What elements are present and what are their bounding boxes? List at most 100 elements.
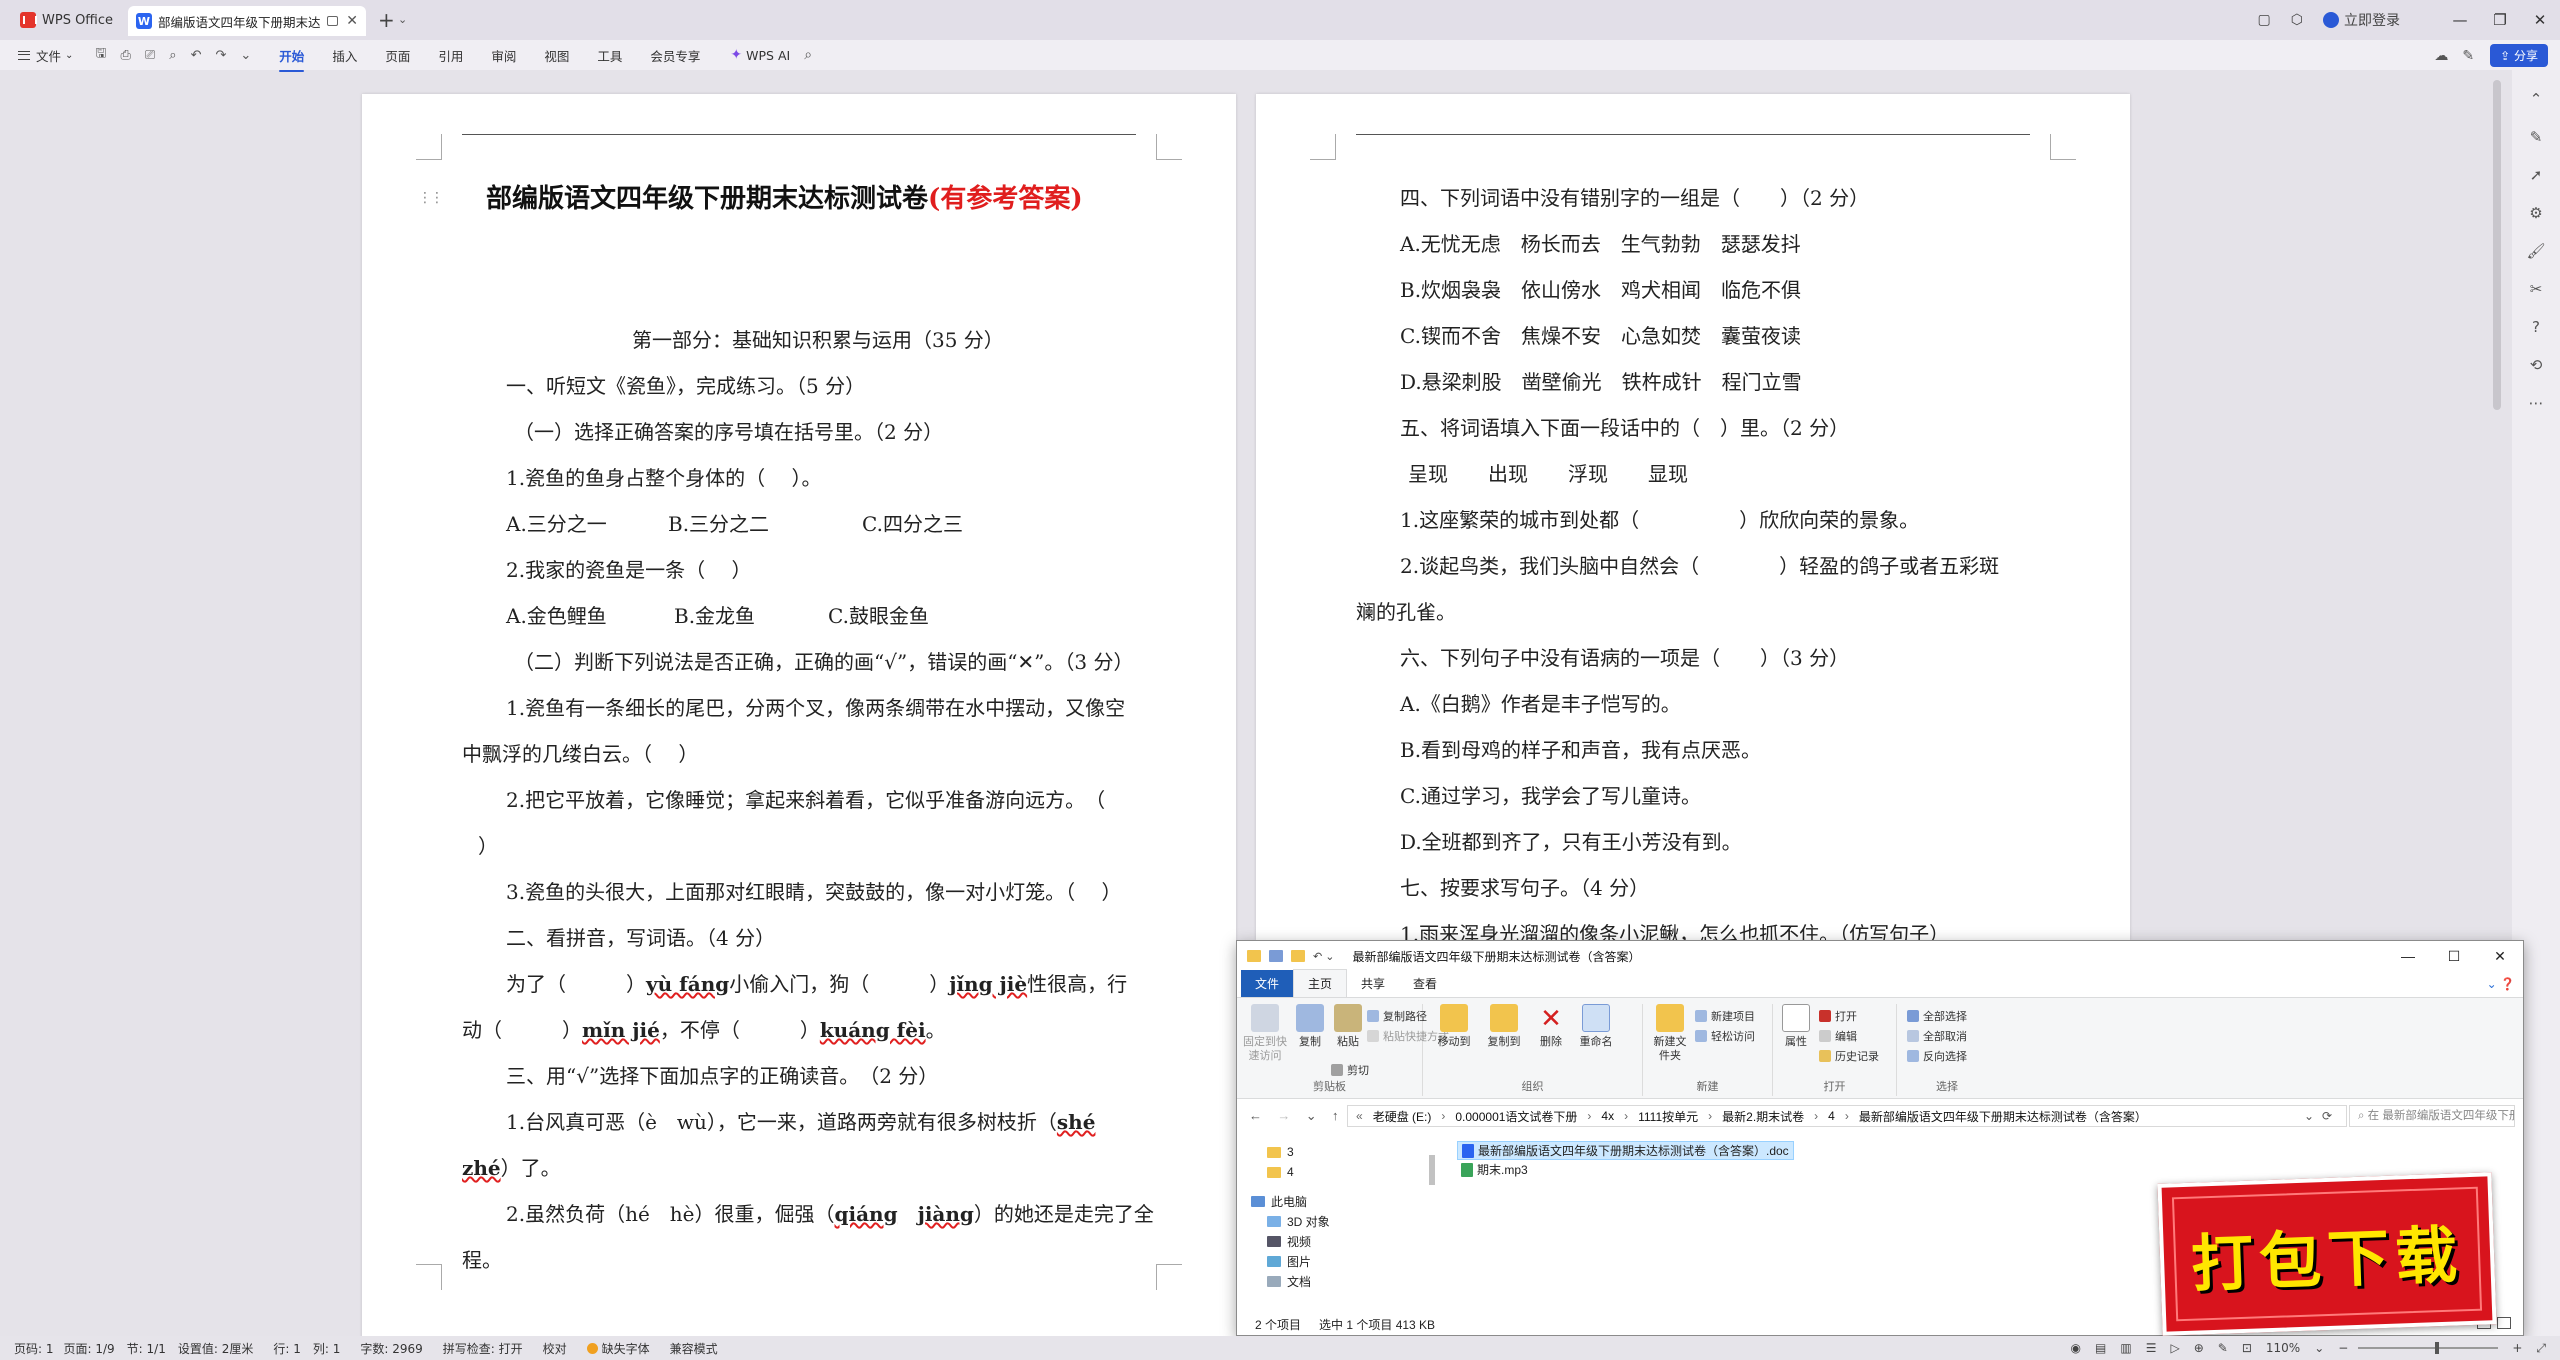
address-dropdown-icon[interactable]: ⌄ bbox=[2304, 1109, 2314, 1123]
copy-button[interactable]: 复制 bbox=[1293, 1004, 1327, 1049]
paste-button[interactable]: 粘贴 bbox=[1331, 1004, 1365, 1049]
tab-tools[interactable]: 工具 bbox=[597, 46, 622, 65]
nav-item[interactable]: 4 bbox=[1267, 1165, 1294, 1179]
status-words[interactable]: 字数: 2969 bbox=[360, 1340, 422, 1357]
tab-file[interactable]: 文件 bbox=[1241, 970, 1294, 997]
status-col[interactable]: 列: 1 bbox=[313, 1340, 341, 1357]
search-icon[interactable]: ⌕ bbox=[804, 47, 812, 63]
fullscreen-icon[interactable]: ⤢ bbox=[2536, 1341, 2546, 1356]
rename-button[interactable]: 重命名 bbox=[1573, 1004, 1619, 1049]
status-row[interactable]: 行: 1 bbox=[273, 1340, 301, 1357]
help-icon[interactable]: ? bbox=[2512, 318, 2560, 336]
scrollbar-thumb[interactable] bbox=[1429, 1155, 1435, 1185]
search-box[interactable]: ⌕ 在 最新部编版语文四年级下册期末... bbox=[2349, 1105, 2515, 1127]
recent-locations-icon[interactable]: ⌄ bbox=[1306, 1108, 1317, 1123]
forward-arrow-icon[interactable]: → bbox=[1277, 1108, 1290, 1123]
file-row[interactable]: 最新部编版语文四年级下册期末达标测试卷（含答案）.doc bbox=[1457, 1141, 1794, 1160]
back-arrow-icon[interactable]: ← bbox=[1249, 1108, 1262, 1123]
status-proofread[interactable]: 校对 bbox=[543, 1340, 567, 1357]
zoom-out-icon[interactable]: − bbox=[2338, 1341, 2348, 1355]
tab-references[interactable]: 引用 bbox=[438, 46, 463, 65]
cube-icon[interactable]: ⬡ bbox=[2291, 12, 2303, 28]
page-view-icon[interactable]: ▤ bbox=[2095, 1341, 2106, 1355]
new-tab-icon[interactable]: + bbox=[378, 8, 395, 32]
breadcrumb-item[interactable]: 最新部编版语文四年级下册期末达标测试卷（含答案） bbox=[1859, 1108, 2147, 1125]
cut-button[interactable]: 剪切 bbox=[1331, 1062, 1369, 1078]
new-folder-icon[interactable] bbox=[1291, 950, 1305, 962]
breadcrumb-item[interactable]: 1111按单元 bbox=[1638, 1108, 1698, 1125]
breadcrumb-item[interactable]: 4x bbox=[1601, 1109, 1614, 1123]
eye-protect-icon[interactable]: ◉ bbox=[2071, 1341, 2081, 1355]
tab-review[interactable]: 审阅 bbox=[491, 46, 516, 65]
status-compat-mode[interactable]: 兼容模式 bbox=[670, 1340, 718, 1357]
tab-home[interactable]: 开始 bbox=[279, 46, 305, 72]
share-button[interactable]: ⇪ 分享 bbox=[2490, 44, 2548, 67]
select-pointer-icon[interactable]: ➚ bbox=[2512, 166, 2560, 184]
refresh-icon[interactable]: ⟳ bbox=[2322, 1109, 2332, 1123]
easy-access-button[interactable]: 轻松访问 bbox=[1695, 1028, 1755, 1044]
breadcrumb-item[interactable]: 4 bbox=[1828, 1109, 1835, 1123]
wps-ai-button[interactable]: ✦ WPS AI bbox=[730, 47, 790, 63]
edit-view-icon[interactable]: ✎ bbox=[2218, 1341, 2228, 1355]
open-button[interactable]: 打开 bbox=[1819, 1008, 1857, 1024]
file-row[interactable]: 期末.mp3 bbox=[1457, 1160, 1794, 1179]
close-window-button[interactable]: ✕ bbox=[2477, 941, 2523, 971]
tab-home[interactable]: 主页 bbox=[1293, 969, 1348, 997]
status-spellcheck[interactable]: 拼写检查: 打开 bbox=[443, 1340, 523, 1357]
wps-home-tab[interactable]: WPS Office bbox=[10, 7, 123, 33]
more-quick-actions-icon[interactable]: ⌄ bbox=[240, 48, 251, 63]
address-bar[interactable]: « 老硬盘 (E:) › 0.000001语文试卷下册 › 4x › 1111按单元 ›… bbox=[1347, 1105, 2347, 1127]
minimize-button[interactable]: — bbox=[2440, 11, 2480, 29]
document-tab[interactable]: W 部编版语文四年级下册期末达 ✕ bbox=[128, 6, 366, 36]
tab-page[interactable]: 页面 bbox=[385, 46, 410, 65]
scrollbar-thumb[interactable] bbox=[2493, 80, 2501, 410]
select-all-button[interactable]: 全部选择 bbox=[1907, 1008, 1967, 1024]
maximize-button[interactable]: ☐ bbox=[2431, 941, 2477, 971]
status-missing-font[interactable]: 缺失字体 bbox=[586, 1340, 650, 1357]
zoom-slider-knob[interactable] bbox=[2435, 1342, 2440, 1354]
status-setting[interactable]: 设置值: 2厘米 bbox=[178, 1340, 254, 1357]
invert-selection-button[interactable]: 反向选择 bbox=[1907, 1048, 1967, 1064]
download-badge[interactable]: 打包下载 bbox=[2157, 1172, 2497, 1336]
more-icon[interactable]: ⋯ bbox=[2512, 394, 2560, 412]
history-button[interactable]: 历史记录 bbox=[1819, 1048, 1879, 1064]
new-tab-dropdown-icon[interactable]: ⌄ bbox=[398, 13, 407, 26]
status-page[interactable]: 页码: 1 bbox=[14, 1340, 54, 1357]
window-preview-icon[interactable] bbox=[326, 16, 339, 26]
properties-icon[interactable] bbox=[1269, 950, 1283, 962]
nav-item-documents[interactable]: 文档 bbox=[1267, 1273, 1311, 1290]
adjust-settings-icon[interactable]: ⚙ bbox=[2512, 204, 2560, 222]
format-painter-icon[interactable]: 🖌 bbox=[2512, 242, 2560, 260]
tools-icon[interactable]: ✂ bbox=[2512, 280, 2560, 298]
print-preview-icon[interactable]: ⌕ bbox=[169, 48, 176, 63]
status-section[interactable]: 节: 1/1 bbox=[127, 1340, 166, 1357]
nav-item-pictures[interactable]: 图片 bbox=[1267, 1253, 1311, 1270]
status-pages[interactable]: 页面: 1/9 bbox=[64, 1340, 115, 1357]
pen-icon[interactable]: ✎ bbox=[2512, 128, 2560, 146]
login-button[interactable]: 立即登录 bbox=[2323, 10, 2400, 30]
new-folder-button[interactable]: 新建文件夹 bbox=[1649, 1004, 1691, 1063]
pin-quick-access-button[interactable]: 固定到快速访问 bbox=[1243, 1004, 1287, 1063]
breadcrumb-item[interactable]: 老硬盘 (E:) bbox=[1373, 1108, 1432, 1125]
fit-page-icon[interactable]: ⊡ bbox=[2242, 1341, 2252, 1355]
redo-icon[interactable]: ↷ bbox=[215, 48, 226, 63]
breadcrumb-item[interactable]: 最新2.期末试卷 bbox=[1722, 1108, 1804, 1125]
minimize-button[interactable]: — bbox=[2385, 941, 2431, 971]
restore-button[interactable]: ❐ bbox=[2480, 11, 2520, 29]
delete-button[interactable]: ✕ 删除 bbox=[1533, 1004, 1569, 1049]
tab-view[interactable]: 查看 bbox=[1399, 970, 1451, 997]
close-tab-icon[interactable]: ✕ bbox=[346, 13, 358, 29]
collapse-panel-icon[interactable]: ⌃ bbox=[2512, 90, 2560, 108]
edit-button[interactable]: 编辑 bbox=[1819, 1028, 1857, 1044]
undo-icon[interactable]: ↶ ⌄ bbox=[1313, 950, 1335, 963]
undo-icon[interactable]: ↶ bbox=[191, 48, 202, 63]
up-arrow-icon[interactable]: ↑ bbox=[1332, 1108, 1339, 1123]
nav-item-videos[interactable]: 视频 bbox=[1267, 1233, 1311, 1250]
edit-mode-icon[interactable]: ✎ bbox=[2462, 48, 2474, 64]
paragraph-drag-handle-icon[interactable]: ⋮⋮ bbox=[418, 190, 444, 206]
select-none-button[interactable]: 全部取消 bbox=[1907, 1028, 1967, 1044]
tab-insert[interactable]: 插入 bbox=[332, 46, 357, 65]
close-window-button[interactable]: ✕ bbox=[2520, 11, 2560, 29]
nav-item-3d-objects[interactable]: 3D 对象 bbox=[1267, 1213, 1330, 1230]
cloud-sync-icon[interactable]: ☁ bbox=[2434, 48, 2448, 64]
